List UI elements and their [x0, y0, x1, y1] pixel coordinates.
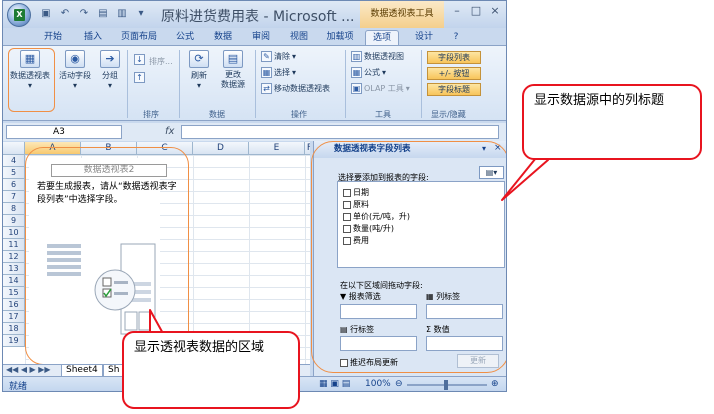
callout-pivot-area: 显示透视表数据的区域 — [122, 331, 300, 409]
callout-column-headers: 显示数据源中的列标题 — [522, 84, 702, 160]
callout-pointers — [149, 152, 549, 353]
